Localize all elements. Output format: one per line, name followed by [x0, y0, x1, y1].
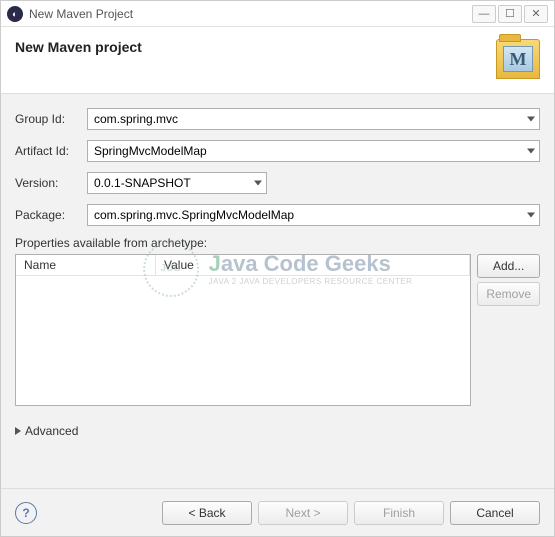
artifact-id-value: SpringMvcModelMap — [94, 144, 207, 158]
package-value: com.spring.mvc.SpringMvcModelMap — [94, 208, 294, 222]
chevron-down-icon — [527, 117, 535, 122]
group-id-label: Group Id: — [15, 112, 87, 126]
wizard-footer: ? < Back Next > Finish Cancel — [1, 488, 554, 536]
add-button[interactable]: Add... — [477, 254, 540, 278]
version-value: 0.0.1-SNAPSHOT — [94, 176, 191, 190]
group-id-combo[interactable]: com.spring.mvc — [87, 108, 540, 130]
version-label: Version: — [15, 176, 87, 190]
column-name[interactable]: Name — [16, 255, 156, 275]
version-combo[interactable]: 0.0.1-SNAPSHOT — [87, 172, 267, 194]
advanced-toggle[interactable]: Advanced — [15, 424, 540, 438]
maven-icon: M — [503, 46, 533, 72]
window-controls: — ☐ ✕ — [472, 5, 548, 23]
advanced-label: Advanced — [25, 424, 78, 438]
close-button[interactable]: ✕ — [524, 5, 548, 23]
properties-table[interactable]: Name Value — [15, 254, 471, 406]
properties-section-label: Properties available from archetype: — [15, 236, 540, 250]
wizard-header: New Maven project M — [1, 27, 554, 94]
column-value[interactable]: Value — [156, 255, 470, 275]
wizard-content: Group Id: com.spring.mvc Artifact Id: Sp… — [1, 94, 554, 489]
titlebar: ◐ New Maven Project — ☐ ✕ — [1, 1, 554, 27]
wizard-icon: M — [496, 39, 540, 79]
minimize-button[interactable]: — — [472, 5, 496, 23]
window-title: New Maven Project — [29, 7, 472, 21]
maximize-button[interactable]: ☐ — [498, 5, 522, 23]
help-button[interactable]: ? — [15, 502, 37, 524]
artifact-id-combo[interactable]: SpringMvcModelMap — [87, 140, 540, 162]
artifact-id-label: Artifact Id: — [15, 144, 87, 158]
properties-area: Name Value Add... Remove — [15, 254, 540, 406]
chevron-down-icon — [527, 149, 535, 154]
chevron-down-icon — [527, 213, 535, 218]
expand-icon — [15, 427, 21, 435]
cancel-button[interactable]: Cancel — [450, 501, 540, 525]
chevron-down-icon — [254, 181, 262, 186]
table-header: Name Value — [16, 255, 470, 276]
back-button[interactable]: < Back — [162, 501, 252, 525]
package-combo[interactable]: com.spring.mvc.SpringMvcModelMap — [87, 204, 540, 226]
properties-buttons: Add... Remove — [477, 254, 540, 306]
package-row: Package: com.spring.mvc.SpringMvcModelMa… — [15, 204, 540, 226]
remove-button[interactable]: Remove — [477, 282, 540, 306]
group-id-value: com.spring.mvc — [94, 112, 178, 126]
artifact-id-row: Artifact Id: SpringMvcModelMap — [15, 140, 540, 162]
next-button[interactable]: Next > — [258, 501, 348, 525]
app-icon: ◐ — [7, 6, 23, 22]
group-id-row: Group Id: com.spring.mvc — [15, 108, 540, 130]
version-row: Version: 0.0.1-SNAPSHOT — [15, 172, 540, 194]
package-label: Package: — [15, 208, 87, 222]
finish-button[interactable]: Finish — [354, 501, 444, 525]
page-title: New Maven project — [15, 39, 142, 55]
